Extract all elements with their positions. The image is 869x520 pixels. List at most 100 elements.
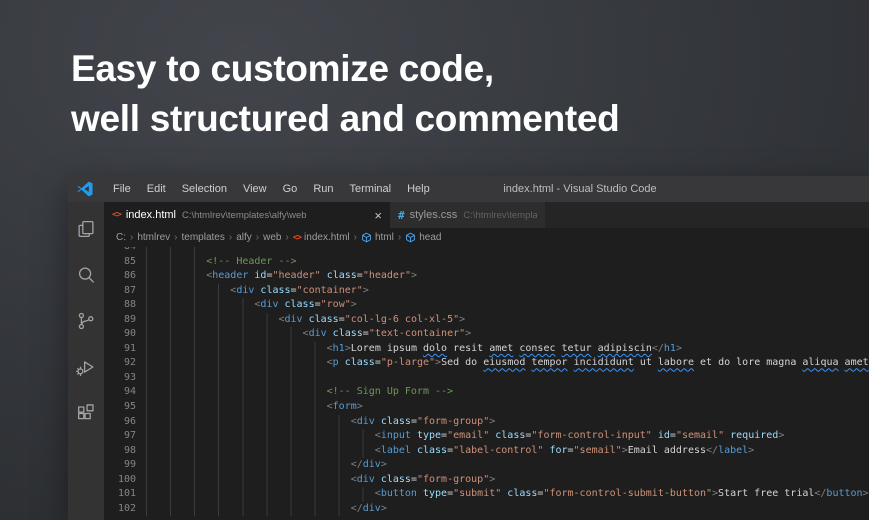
code-text: <!-- Header --> (146, 255, 297, 270)
menu-item-view[interactable]: View (235, 176, 275, 202)
close-icon[interactable]: × (374, 209, 382, 222)
line-number: 92 (104, 356, 136, 371)
attribute-name: class (507, 488, 537, 499)
window-title: index.html - Visual Studio Code (503, 176, 656, 202)
tag-name: input (381, 430, 411, 441)
breadcrumb-label: index.html (304, 232, 350, 243)
attribute-value: "semail" (574, 445, 622, 456)
tag-name: h1 (333, 343, 345, 354)
code-line: 91 <h1>Lorem ipsum dolo resit amet conse… (104, 342, 869, 357)
html-file-icon: <> (293, 233, 301, 243)
attribute-name: class (285, 299, 315, 310)
menu-bar: FileEditSelectionViewGoRunTerminalHelp (105, 176, 438, 202)
attribute-value: "email" (447, 430, 489, 441)
code-text: </div> (146, 458, 387, 473)
tab-path: C:\htmlrev\templates\alfy\web (182, 210, 307, 221)
tab-label: styles.css (410, 209, 458, 221)
attribute-value: "form-control-submit-button" (543, 488, 712, 499)
attribute-name: class (333, 328, 363, 339)
attribute-value: "p-large" (381, 357, 435, 368)
attribute-value: "submit" (453, 488, 501, 499)
code-text: <p class="p-large">Sed do eiusmod tempor… (146, 356, 869, 371)
breadcrumb-item-templates[interactable]: templates (181, 232, 224, 243)
line-number: 85 (104, 255, 136, 270)
attribute-value: "header" (272, 270, 320, 281)
chevron-right-icon: › (174, 232, 177, 243)
code-text: <div class="form-group"> (146, 473, 495, 488)
breadcrumb-item-alfy[interactable]: alfy (236, 232, 252, 243)
misspelled-word: eiusmod (483, 357, 525, 368)
code-text: <input type="email" class="form-control-… (146, 429, 784, 444)
text-content: resit (447, 343, 489, 354)
breadcrumb-label: C: (116, 232, 126, 243)
attribute-name: class (345, 357, 375, 368)
code-text: </div> (146, 502, 387, 517)
breadcrumb-item-htmlrev[interactable]: htmlrev (137, 232, 170, 243)
code-editor[interactable]: 8485 <!-- Header -->86 <header id="heade… (104, 247, 869, 520)
breadcrumb-label: htmlrev (137, 232, 170, 243)
menu-item-file[interactable]: File (105, 176, 139, 202)
misspelled-word: tetur (562, 343, 592, 354)
menu-item-go[interactable]: Go (275, 176, 306, 202)
marketing-banner: Easy to customize code,well structured a… (0, 0, 869, 520)
code-text: <label class="label-control" for="semail… (146, 444, 754, 459)
code-line: 89 <div class="col-lg-6 col-xl-5"> (104, 313, 869, 328)
attribute-name: type (423, 488, 447, 499)
attribute-name: required (730, 430, 778, 441)
attribute-value: "row" (321, 299, 351, 310)
chevron-right-icon: › (256, 232, 259, 243)
code-line: 87 <div class="container"> (104, 284, 869, 299)
attribute-name: class (417, 445, 447, 456)
search-icon[interactable] (68, 252, 104, 298)
attribute-name: id (254, 270, 266, 281)
source-control-icon[interactable] (68, 298, 104, 344)
punctuation: > (489, 416, 495, 427)
menu-item-selection[interactable]: Selection (174, 176, 235, 202)
breadcrumb: C:›htmlrev›templates›alfy›web›<>index.ht… (104, 228, 869, 247)
explorer-icon[interactable] (68, 206, 104, 252)
code-text (146, 371, 329, 386)
breadcrumb-item-html[interactable]: html (361, 232, 394, 243)
attribute-name: class (260, 285, 290, 296)
tab-styles-css[interactable]: #styles.cssC:\htmlrev\templates\alfy\web… (390, 202, 545, 228)
tab-bar: <>index.htmlC:\htmlrev\templates\alfy\we… (104, 202, 869, 228)
breadcrumb-item-index-html[interactable]: <>index.html (293, 232, 350, 243)
element-symbol-icon (405, 232, 416, 243)
menu-item-run[interactable]: Run (305, 176, 341, 202)
line-number: 94 (104, 385, 136, 400)
css-file-icon: # (398, 209, 405, 222)
text-content: Email address (628, 445, 706, 456)
punctuation: > (465, 328, 471, 339)
tag-name: div (363, 459, 381, 470)
misspelled-word: adipiscin (598, 343, 652, 354)
breadcrumb-item-head[interactable]: head (405, 232, 441, 243)
line-number: 86 (104, 269, 136, 284)
attribute-name: class (327, 270, 357, 281)
tag-name: h1 (664, 343, 676, 354)
text-content: Start free trial (718, 488, 814, 499)
vscode-logo-icon (77, 181, 93, 197)
tab-index-html[interactable]: <>index.htmlC:\htmlrev\templates\alfy\we… (104, 202, 390, 228)
punctuation: </ (652, 343, 664, 354)
run-debug-icon[interactable] (68, 344, 104, 390)
attribute-value: "form-group" (417, 416, 489, 427)
punctuation: > (411, 270, 417, 281)
menu-item-terminal[interactable]: Terminal (342, 176, 400, 202)
chevron-right-icon: › (285, 232, 288, 243)
breadcrumb-item-web[interactable]: web (263, 232, 281, 243)
line-number: 100 (104, 473, 136, 488)
code-line: 90 <div class="text-container"> (104, 327, 869, 342)
menu-item-help[interactable]: Help (399, 176, 438, 202)
breadcrumb-item-c[interactable]: C: (116, 232, 126, 243)
attribute-name: type (417, 430, 441, 441)
line-number: 89 (104, 313, 136, 328)
tag-name: label (381, 445, 411, 456)
code-line: 93 (104, 371, 869, 386)
code-text: <div class="container"> (146, 284, 369, 299)
line-number: 99 (104, 458, 136, 473)
menu-item-edit[interactable]: Edit (139, 176, 174, 202)
punctuation: </ (351, 459, 363, 470)
window-body: <>index.html C:\htmlrev\templates\alfy\we… (68, 202, 869, 520)
code-text: <header id="header" class="header"> (146, 269, 417, 284)
extensions-icon[interactable] (68, 390, 104, 436)
